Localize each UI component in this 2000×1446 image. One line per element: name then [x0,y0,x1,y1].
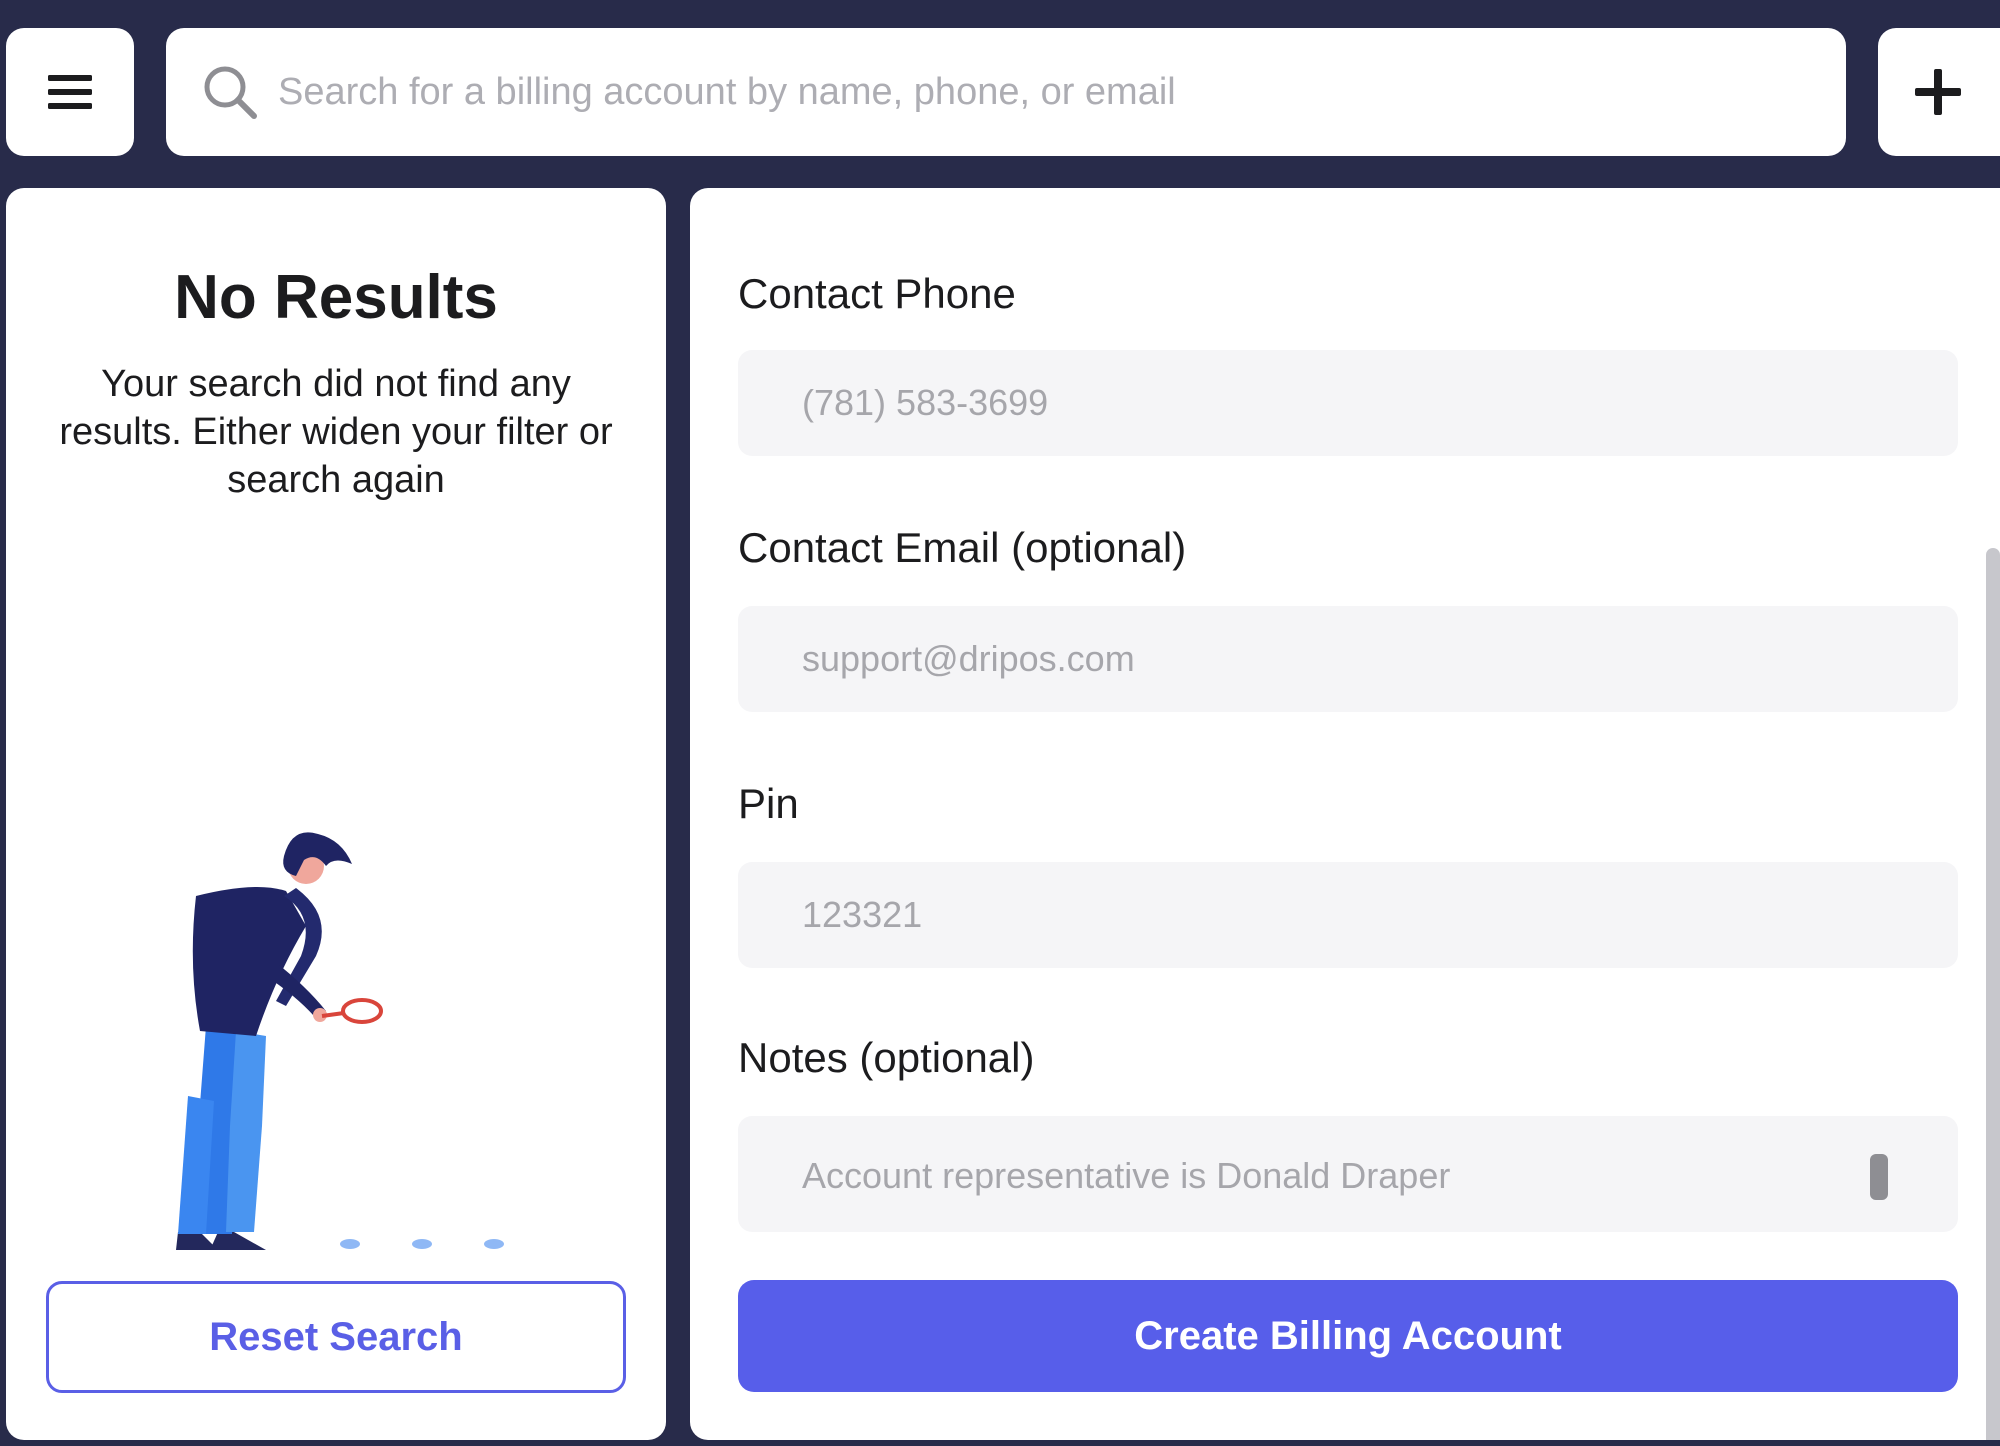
create-billing-account-label: Create Billing Account [1134,1313,1562,1358]
no-results-title: No Results [174,263,498,332]
notes-label: Notes (optional) [738,1034,1035,1081]
notes-resize-handle[interactable] [1870,1154,1888,1200]
reset-search-button[interactable]: Reset Search [46,1281,626,1393]
results-panel: No Results Your search did not find any … [6,188,666,1440]
person-searching-illustration [176,832,504,1250]
pin-field[interactable] [738,862,1958,968]
contact-email-field[interactable] [738,606,1958,712]
contact-phone-label: Contact Phone [738,270,1016,317]
menu-button[interactable] [6,28,134,156]
search-bar[interactable] [166,28,1846,156]
billing-account-form: Contact Phone Contact Email (optional) P… [690,188,2000,1440]
add-button[interactable] [1878,28,2000,156]
search-input[interactable] [278,62,1778,122]
notes-field[interactable] [738,1116,1958,1232]
hamburger-menu-icon [48,75,92,109]
form-scrollbar[interactable] [1986,548,2000,1440]
no-results-message: Your search did not find any results. Ei… [59,363,613,501]
reset-search-label: Reset Search [209,1314,463,1359]
contact-phone-field[interactable] [738,350,1958,456]
pin-label: Pin [738,780,799,827]
contact-email-label: Contact Email (optional) [738,524,1187,571]
search-icon [200,62,260,122]
create-billing-account-button[interactable]: Create Billing Account [738,1280,1958,1392]
plus-icon [1915,69,1961,115]
